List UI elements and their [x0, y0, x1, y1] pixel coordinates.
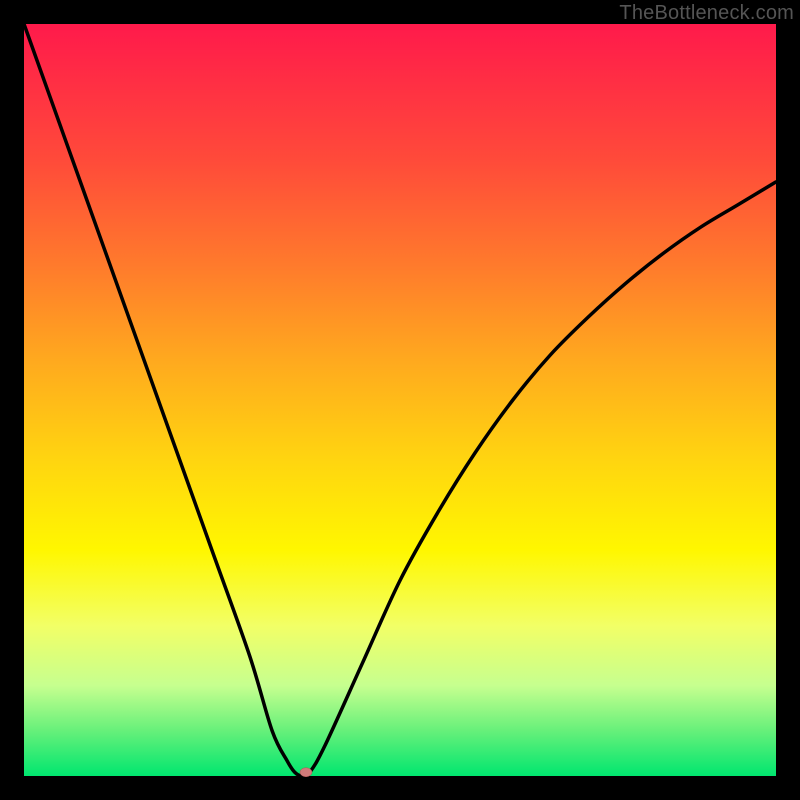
bottleneck-curve: [24, 24, 776, 776]
min-marker: [300, 768, 312, 777]
chart-frame: TheBottleneck.com: [0, 0, 800, 800]
watermark-text: TheBottleneck.com: [619, 2, 794, 25]
plot-area: [24, 24, 776, 776]
curve-path: [24, 24, 776, 776]
